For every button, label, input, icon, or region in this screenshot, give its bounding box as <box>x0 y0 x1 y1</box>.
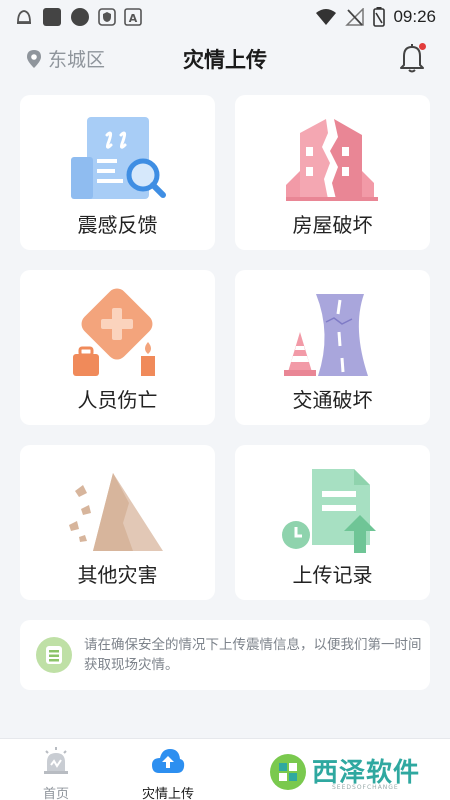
app-circle-icon <box>71 8 89 26</box>
notice-text: 请在确保安全的情况下上传震情信息，以便我们第一时间获取现场灾情。 <box>84 637 422 673</box>
status-time: 09:26 <box>393 7 436 26</box>
safety-notice: 请在确保安全的情况下上传震情信息，以便我们第一时间获取现场灾情。 <box>20 620 430 690</box>
watermark: 西泽软件 SEEDSOFCHANGE <box>268 748 440 794</box>
card-label: 上传记录 <box>292 563 373 587</box>
seismic-report-icon <box>71 117 166 199</box>
card-label: 震感反馈 <box>77 213 158 237</box>
upload-cloud-icon <box>152 749 185 773</box>
card-seismic-feedback[interactable]: 震感反馈 <box>20 95 215 250</box>
tab-label: 灾情上传 <box>141 787 194 800</box>
no-signal-icon <box>345 8 365 26</box>
status-bar: A 09:26 <box>0 0 450 34</box>
notification-badge <box>419 43 426 50</box>
battery-icon <box>373 7 386 27</box>
landslide-icon <box>69 473 163 551</box>
card-label: 交通破坏 <box>292 388 373 412</box>
tab-label: 首页 <box>42 787 69 800</box>
notice-icon <box>36 637 72 673</box>
building-damage-icon <box>286 119 378 201</box>
road-damage-icon <box>284 294 368 376</box>
watermark-subtext: SEEDSOFCHANGE <box>332 784 399 791</box>
app-header: 东城区 灾情上传 <box>0 36 450 80</box>
wifi-icon <box>316 9 337 25</box>
casualty-icon <box>73 288 155 376</box>
card-casualties[interactable]: 人员伤亡 <box>20 270 215 425</box>
card-label: 其他灾害 <box>77 563 158 587</box>
svg-text:A: A <box>129 12 138 25</box>
shield-icon <box>98 8 116 26</box>
tab-home[interactable]: 首页 <box>11 747 101 800</box>
font-a-icon: A <box>124 8 142 26</box>
upload-record-icon <box>282 469 376 553</box>
page-title: 灾情上传 <box>183 48 267 72</box>
card-label: 人员伤亡 <box>77 388 158 412</box>
card-house-damage[interactable]: 房屋破坏 <box>235 95 430 250</box>
notification-button[interactable] <box>398 42 428 74</box>
home-alarm-icon <box>44 747 68 774</box>
app-square-icon <box>43 8 61 26</box>
card-other-disasters[interactable]: 其他灾害 <box>20 445 215 600</box>
watermark-logo-icon <box>270 754 306 790</box>
tab-disaster-upload[interactable]: 灾情上传 <box>123 747 213 800</box>
card-upload-records[interactable]: 上传记录 <box>235 445 430 600</box>
card-traffic-damage[interactable]: 交通破坏 <box>235 270 430 425</box>
notification-icon <box>17 10 31 24</box>
card-label: 房屋破坏 <box>292 213 373 237</box>
